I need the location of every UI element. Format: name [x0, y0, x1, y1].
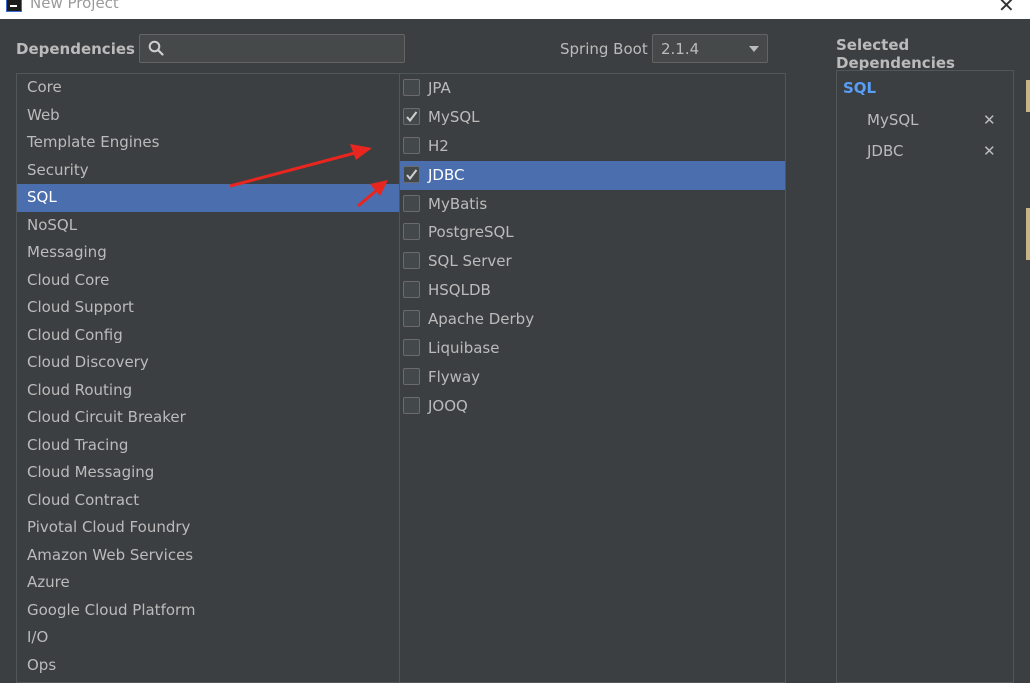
dependency-item[interactable]: H2: [400, 132, 785, 161]
dependency-label: PostgreSQL: [428, 223, 514, 242]
category-item[interactable]: NoSQL: [17, 212, 399, 240]
adjacent-window-edge: [1014, 70, 1030, 672]
dependencies-heading: Dependencies: [16, 40, 135, 58]
dependency-item[interactable]: JOOQ: [400, 392, 785, 421]
dependency-item[interactable]: Apache Derby: [400, 305, 785, 334]
title-bar: New Project ✕: [0, 0, 1030, 19]
dependency-label: JDBC: [428, 165, 465, 184]
category-item[interactable]: Ops: [17, 652, 399, 680]
category-item[interactable]: Cloud Support: [17, 294, 399, 322]
dependency-label: MySQL: [428, 107, 480, 126]
dependency-list: JPA MySQL H2 JDBC MyBatis PostgreSQL SQL Serve…: [400, 73, 786, 683]
category-item[interactable]: Cloud Messaging: [17, 459, 399, 487]
selected-dependencies-heading: Selected Dependencies: [836, 36, 955, 72]
category-item[interactable]: Cloud Contract: [17, 487, 399, 515]
dependency-item[interactable]: MySQL: [400, 103, 785, 132]
category-item[interactable]: Pivotal Cloud Foundry: [17, 514, 399, 542]
dependency-label: Liquibase: [428, 339, 500, 358]
app-icon: [6, 0, 22, 12]
dependency-checkbox[interactable]: [403, 223, 420, 241]
dependency-label: SQL Server: [428, 252, 512, 271]
dependency-checkbox[interactable]: [403, 79, 420, 96]
chevron-down-icon: [749, 46, 759, 52]
category-list: Core Web Template Engines Security SQL NoSQL M…: [16, 73, 400, 683]
selected-dependencies-panel: SQL MySQL ✕ JDBC ✕: [836, 70, 1014, 683]
search-input[interactable]: [172, 38, 401, 60]
category-item[interactable]: SQL: [17, 184, 399, 212]
category-item[interactable]: Cloud Routing: [17, 377, 399, 405]
dependency-checkbox[interactable]: [403, 165, 420, 183]
dependency-label: HSQLDB: [428, 281, 491, 300]
spring-boot-version-value: 2.1.4: [661, 40, 700, 58]
dependency-item[interactable]: HSQLDB: [400, 276, 785, 305]
check-icon: [406, 169, 418, 180]
category-item[interactable]: Template Engines: [17, 129, 399, 157]
dependency-item[interactable]: JDBC: [400, 160, 785, 190]
selected-item-label: JDBC: [867, 142, 904, 160]
dependency-checkbox[interactable]: [403, 194, 420, 212]
close-window-icon[interactable]: ✕: [998, 0, 1015, 17]
category-item[interactable]: Google Cloud Platform: [17, 597, 399, 625]
window-title: New Project: [30, 0, 119, 12]
dependency-checkbox[interactable]: [403, 252, 420, 270]
category-item[interactable]: Cloud Tracing: [17, 432, 399, 460]
search-icon: [148, 40, 164, 56]
dependency-checkbox[interactable]: [403, 136, 420, 154]
selected-group-label: SQL: [843, 79, 877, 97]
category-item[interactable]: Cloud Discovery: [17, 349, 399, 377]
category-item[interactable]: Amazon Web Services: [17, 542, 399, 570]
remove-icon[interactable]: ✕: [983, 111, 996, 129]
dependency-checkbox[interactable]: [403, 310, 420, 328]
dependency-checkbox[interactable]: [403, 339, 420, 357]
edge-marker: [1026, 208, 1030, 260]
category-item[interactable]: I/O: [17, 624, 399, 652]
dependency-item[interactable]: MyBatis: [400, 190, 785, 219]
dependency-label: Apache Derby: [428, 310, 535, 329]
search-field[interactable]: [139, 34, 405, 63]
dependency-label: JPA: [428, 79, 451, 97]
dependency-label: JOOQ: [428, 396, 468, 415]
category-item[interactable]: Azure: [17, 569, 399, 597]
category-item[interactable]: Cloud Core: [17, 267, 399, 295]
remove-icon[interactable]: ✕: [983, 142, 996, 160]
dependency-label: MyBatis: [428, 194, 488, 213]
spring-boot-version-select[interactable]: 2.1.4: [652, 34, 768, 63]
dependency-label: H2: [428, 136, 449, 155]
category-item[interactable]: Core: [17, 74, 399, 102]
category-item[interactable]: Messaging: [17, 239, 399, 267]
dependency-item[interactable]: SQL Server: [400, 247, 785, 276]
dependency-checkbox[interactable]: [403, 367, 420, 385]
category-item[interactable]: Security: [17, 157, 399, 185]
dependency-item[interactable]: PostgreSQL: [400, 218, 785, 247]
category-item[interactable]: Web: [17, 102, 399, 130]
selected-item-label: MySQL: [867, 111, 919, 129]
category-item[interactable]: Cloud Circuit Breaker: [17, 404, 399, 432]
spring-boot-label: Spring Boot: [560, 40, 648, 58]
dependency-item[interactable]: JPA: [400, 74, 785, 103]
edge-marker: [1026, 80, 1030, 112]
dependency-checkbox[interactable]: [403, 281, 420, 299]
dependency-label: Flyway: [428, 367, 481, 386]
dependency-item[interactable]: Liquibase: [400, 334, 785, 363]
category-item[interactable]: Cloud Config: [17, 322, 399, 350]
dependency-checkbox[interactable]: [403, 396, 420, 414]
dependency-checkbox[interactable]: [403, 107, 420, 125]
dependency-item[interactable]: Flyway: [400, 363, 785, 392]
check-icon: [406, 111, 418, 122]
